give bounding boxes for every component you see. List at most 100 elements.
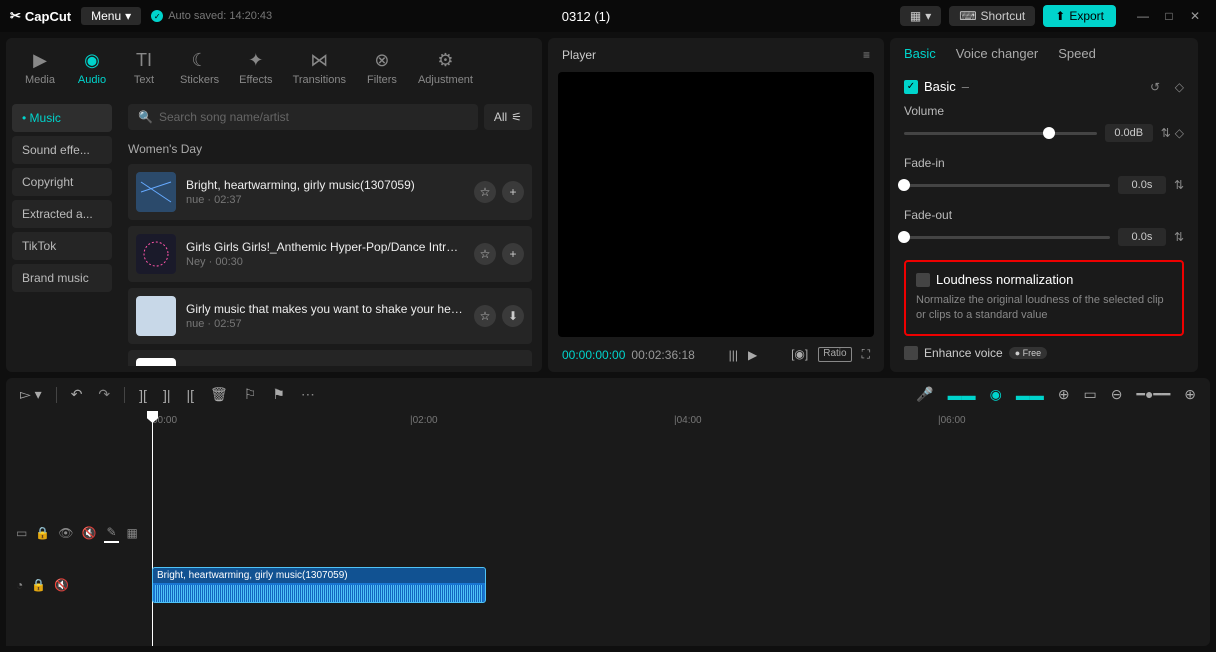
split-left-tool[interactable]: ]| (161, 385, 173, 405)
tab-adjustment[interactable]: ⚙Adjustment (410, 46, 481, 90)
favorite-button[interactable]: ☆ (474, 181, 496, 203)
lock-icon[interactable]: 🔒 (31, 578, 46, 592)
volume-slider[interactable] (904, 132, 1097, 135)
redo-button[interactable]: ↷ (96, 384, 112, 405)
volume-value[interactable]: 0.0dB (1105, 124, 1153, 142)
fadein-value[interactable]: 0.0s (1118, 176, 1166, 194)
maximize-button[interactable]: □ (1158, 5, 1180, 27)
play-button[interactable]: ▶ (748, 348, 757, 362)
selection-tool[interactable]: ▻ ▾ (18, 384, 44, 405)
volume-label: Volume (904, 104, 1184, 118)
keyframe-icon[interactable]: ◇ (1175, 80, 1184, 94)
playhead[interactable] (152, 411, 153, 646)
download-button[interactable]: ⬇ (502, 305, 524, 327)
sidebar-item-music[interactable]: • Music (12, 104, 112, 132)
delete-tool[interactable]: 🗑 (208, 384, 230, 405)
preview-tool[interactable]: ▭ (1082, 384, 1099, 405)
track-artwork (136, 172, 176, 212)
magnet-toggle[interactable]: ◉ (988, 384, 1004, 405)
record-button[interactable]: 🎤 (914, 384, 935, 405)
mute-icon[interactable]: 🔇 (54, 578, 69, 592)
enhance-voice-toggle[interactable]: Enhance voice ● Free (904, 346, 1184, 360)
fadein-slider[interactable] (904, 184, 1110, 187)
keyframe-icon[interactable]: ◇ (1175, 126, 1184, 140)
zoom-slider[interactable]: ━●━━ (1135, 384, 1173, 405)
basic-section-toggle[interactable]: ✓ Basic – (904, 79, 969, 94)
split-tool[interactable]: ]​[ (137, 385, 149, 405)
fadeout-value[interactable]: 0.0s (1118, 228, 1166, 246)
flag-tool[interactable]: ⚑ (270, 384, 287, 405)
fadeout-slider[interactable] (904, 236, 1110, 239)
timeline-tracks[interactable]: 00:00 |02:00 |04:00 |06:00 Bright, heart… (146, 411, 1210, 646)
track-item[interactable]: SNS girls / capicapi techno L +(1162096)… (128, 350, 532, 366)
ratio-button[interactable]: Ratio (818, 347, 851, 362)
tab-transitions[interactable]: ⋈Transitions (285, 46, 354, 90)
mute-icon[interactable]: 🔇 (82, 526, 97, 540)
sidebar-item-extracted[interactable]: Extracted a... (12, 200, 112, 228)
search-input[interactable]: 🔍 Search song name/artist (128, 104, 478, 130)
checkbox-icon (904, 346, 918, 360)
close-button[interactable]: ✕ (1184, 5, 1206, 27)
sidebar-item-tiktok[interactable]: TikTok (12, 232, 112, 260)
stepper-icon[interactable]: ⇅ (1174, 178, 1184, 192)
loudness-toggle[interactable]: Loudness normalization (916, 272, 1172, 287)
marker-tool[interactable]: ⚐ (242, 384, 259, 405)
lock-icon[interactable]: 🔒 (35, 526, 50, 540)
tab-media[interactable]: ▶Media (16, 46, 64, 90)
stepper-icon[interactable]: ⇅ (1174, 230, 1184, 244)
more-tool[interactable]: ⋯ (299, 384, 317, 405)
filter-icon: ⚟ (511, 110, 522, 124)
timeline-ruler[interactable]: 00:00 |02:00 |04:00 |06:00 (146, 411, 1210, 435)
magnet-main-toggle[interactable]: ▬▬ (946, 385, 978, 405)
track-item[interactable]: Girls Girls Girls!_Anthemic Hyper-Pop/Da… (128, 226, 532, 282)
align-tool[interactable]: ⊕ (1056, 384, 1072, 405)
track-artwork (136, 296, 176, 336)
keyboard-icon: ⌨ (959, 9, 976, 23)
prop-tab-voice-changer[interactable]: Voice changer (956, 46, 1038, 61)
tab-effects[interactable]: ✦Effects (231, 46, 280, 90)
video-track-header[interactable]: ▭🔒👁🔇✎ ▦ (6, 515, 146, 551)
prop-tab-basic[interactable]: Basic (904, 46, 936, 61)
track-headers: ▭🔒👁🔇✎ ▦ ◔🔒🔇 (6, 411, 146, 646)
reset-icon[interactable]: ↺ (1150, 80, 1160, 94)
add-button[interactable]: + (502, 243, 524, 265)
undo-button[interactable]: ↶ (69, 384, 85, 405)
eye-icon[interactable]: 👁 (58, 526, 73, 540)
prop-tab-speed[interactable]: Speed (1058, 46, 1096, 61)
sidebar-item-sound-effects[interactable]: Sound effe... (12, 136, 112, 164)
tab-audio[interactable]: ◉Audio (68, 46, 116, 90)
audio-clip[interactable]: Bright, heartwarming, girly music(130705… (152, 567, 486, 603)
menu-button[interactable]: Menu▾ (81, 7, 141, 25)
track-item[interactable]: Girly music that makes you want to shake… (128, 288, 532, 344)
player-menu-icon[interactable]: ≡ (863, 48, 870, 62)
fullscreen-button[interactable]: ⛶ (862, 347, 870, 362)
tab-stickers[interactable]: ☾Stickers (172, 46, 227, 90)
loudness-section: Loudness normalization Normalize the ori… (904, 260, 1184, 336)
link-toggle[interactable]: ▬▬ (1014, 385, 1046, 405)
favorite-button[interactable]: ☆ (474, 243, 496, 265)
split-right-tool[interactable]: |[ (184, 385, 196, 405)
audio-track-header[interactable]: ◔🔒🔇 (6, 567, 146, 603)
tab-filters[interactable]: ⊗Filters (358, 46, 406, 90)
prev-frame-button[interactable]: ||| (729, 348, 738, 362)
layout-button[interactable]: ▦ ▾ (900, 6, 941, 26)
sidebar-item-copyright[interactable]: Copyright (12, 168, 112, 196)
tab-text[interactable]: TIText (120, 46, 168, 90)
checkbox-icon (916, 273, 930, 287)
stickers-icon: ☾ (191, 50, 207, 70)
export-button[interactable]: ⬆ Export (1043, 5, 1116, 27)
favorite-button[interactable]: ☆ (474, 305, 496, 327)
minimize-button[interactable]: — (1132, 5, 1154, 27)
player-viewport[interactable] (558, 72, 874, 337)
zoom-in-button[interactable]: ⊕ (1182, 384, 1198, 405)
sidebar-item-brand-music[interactable]: Brand music (12, 264, 112, 292)
zoom-out-button[interactable]: ⊖ (1109, 384, 1125, 405)
filter-all-button[interactable]: All ⚟ (484, 104, 532, 130)
stepper-icon[interactable]: ⇅ (1161, 126, 1171, 140)
shortcut-button[interactable]: ⌨ Shortcut (949, 6, 1035, 26)
text-icon: TI (136, 50, 152, 70)
snapshot-button[interactable]: [◉] (791, 347, 808, 362)
track-item[interactable]: Bright, heartwarming, girly music(130705… (128, 164, 532, 220)
add-button[interactable]: + (502, 181, 524, 203)
layout-icon: ▦ (910, 9, 921, 23)
